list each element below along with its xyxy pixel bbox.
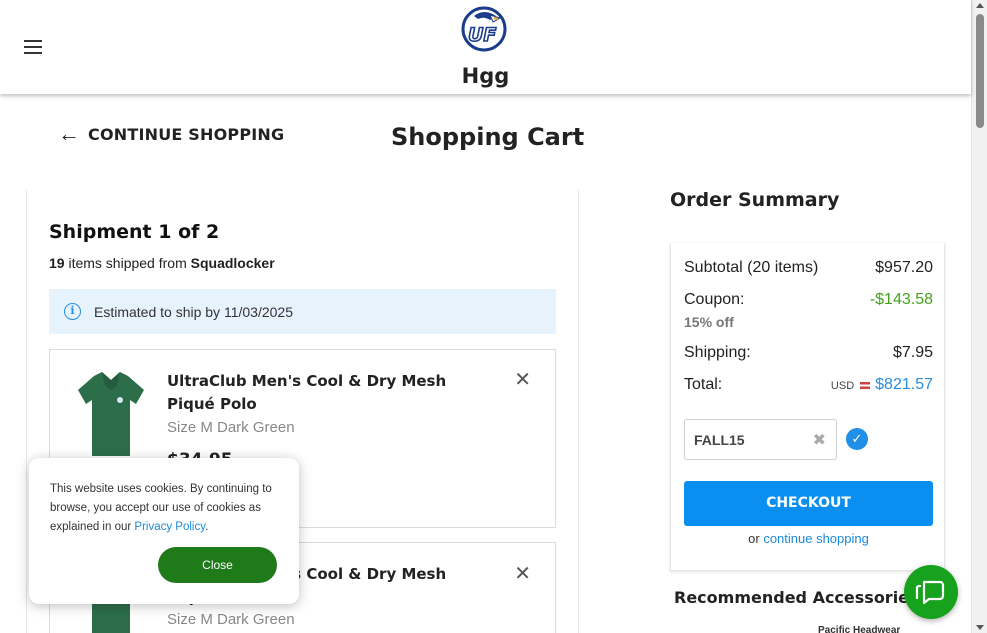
cookie-close-button[interactable]: Close: [158, 547, 277, 583]
arrow-left-icon: ←: [58, 121, 80, 146]
ship-estimate-text: Estimated to ship by 11/03/2025: [94, 303, 293, 320]
continue-shopping-link[interactable]: ← CONTINUE SHOPPING: [58, 121, 285, 146]
shipment-title: Shipment 1 of 2: [49, 221, 220, 243]
hamburger-menu-icon[interactable]: [24, 40, 42, 54]
page-scrollbar[interactable]: [971, 0, 987, 633]
shipment-vendor: Squadlocker: [190, 255, 275, 271]
coupon-row: Coupon: -$143.58: [684, 291, 933, 309]
us-flag-icon: [860, 382, 871, 389]
or-text: or: [748, 531, 764, 546]
privacy-policy-link[interactable]: Privacy Policy: [134, 521, 205, 533]
total-row: Total: USD $821.57: [684, 376, 933, 394]
shipping-row: Shipping: $7.95: [684, 344, 933, 362]
scroll-thumb[interactable]: [976, 14, 984, 128]
coupon-value: -$143.58: [869, 291, 933, 308]
shipping-value: $7.95: [892, 344, 933, 361]
coupon-applied-check-icon: ✓: [846, 428, 868, 450]
subtotal-value: $957.20: [875, 259, 933, 276]
subtotal-label: Subtotal (20 items): [684, 259, 819, 276]
scroll-up-arrow-icon[interactable]: [976, 3, 984, 8]
store-logo[interactable]: UF: [460, 6, 508, 52]
continue-shopping-link-secondary[interactable]: continue shopping: [763, 531, 869, 546]
cookie-text-suffix: .: [205, 521, 209, 533]
order-summary-panel: Subtotal (20 items) $957.20 Coupon: -$14…: [670, 243, 945, 571]
subtotal-row: Subtotal (20 items) $957.20: [684, 259, 933, 277]
scroll-down-arrow-icon[interactable]: [976, 625, 984, 630]
product-image[interactable]: [72, 370, 150, 460]
cookie-message: This website uses cookies. By continuing…: [50, 480, 285, 537]
clear-coupon-close-icon[interactable]: ✖: [813, 430, 826, 450]
total-value: $821.57: [875, 376, 933, 393]
remove-item-close-icon[interactable]: ✕: [514, 564, 531, 584]
shipping-label: Shipping:: [684, 344, 751, 361]
or-continue-shopping: or continue shopping: [671, 531, 946, 546]
store-name: Hgg: [461, 64, 510, 88]
order-summary-title: Order Summary: [670, 189, 840, 211]
remove-item-close-icon[interactable]: ✕: [514, 370, 531, 390]
chat-bubble-icon: [915, 580, 945, 605]
recommended-accessories-title: Recommended Accessories: [674, 588, 919, 607]
coupon-code-value: FALL15: [694, 431, 745, 448]
shipment-item-count: 19: [49, 255, 65, 271]
coupon-code-input[interactable]: FALL15 ✖: [684, 419, 837, 460]
item-name[interactable]: UltraClub Men's Cool & Dry Mesh Piqué Po…: [167, 370, 497, 416]
total-amount-group: USD $821.57: [831, 376, 933, 394]
chat-button[interactable]: [904, 565, 958, 619]
item-variant: Size M Dark Green: [167, 419, 295, 436]
svg-text:UF: UF: [468, 24, 496, 46]
coupon-label: Coupon:: [684, 291, 745, 308]
item-variant: Size M Dark Green: [167, 611, 295, 628]
shipment-subtitle: 19 items shipped from Squadlocker: [49, 255, 275, 271]
recommended-brand: Pacific Headwear: [818, 625, 901, 633]
checkout-button[interactable]: CHECKOUT: [684, 481, 933, 526]
currency-code: USD: [830, 380, 855, 392]
page-title: Shopping Cart: [391, 123, 585, 151]
continue-shopping-label: CONTINUE SHOPPING: [88, 124, 285, 144]
site-header: UF Hgg: [0, 0, 971, 94]
coupon-percent: 15% off: [684, 314, 734, 330]
cookie-consent-popup: This website uses cookies. By continuing…: [29, 458, 299, 604]
total-label: Total:: [684, 376, 723, 393]
shipment-from-text: items shipped from: [64, 255, 191, 271]
info-icon: i: [64, 303, 81, 320]
ship-estimate-banner: i Estimated to ship by 11/03/2025: [49, 289, 556, 334]
